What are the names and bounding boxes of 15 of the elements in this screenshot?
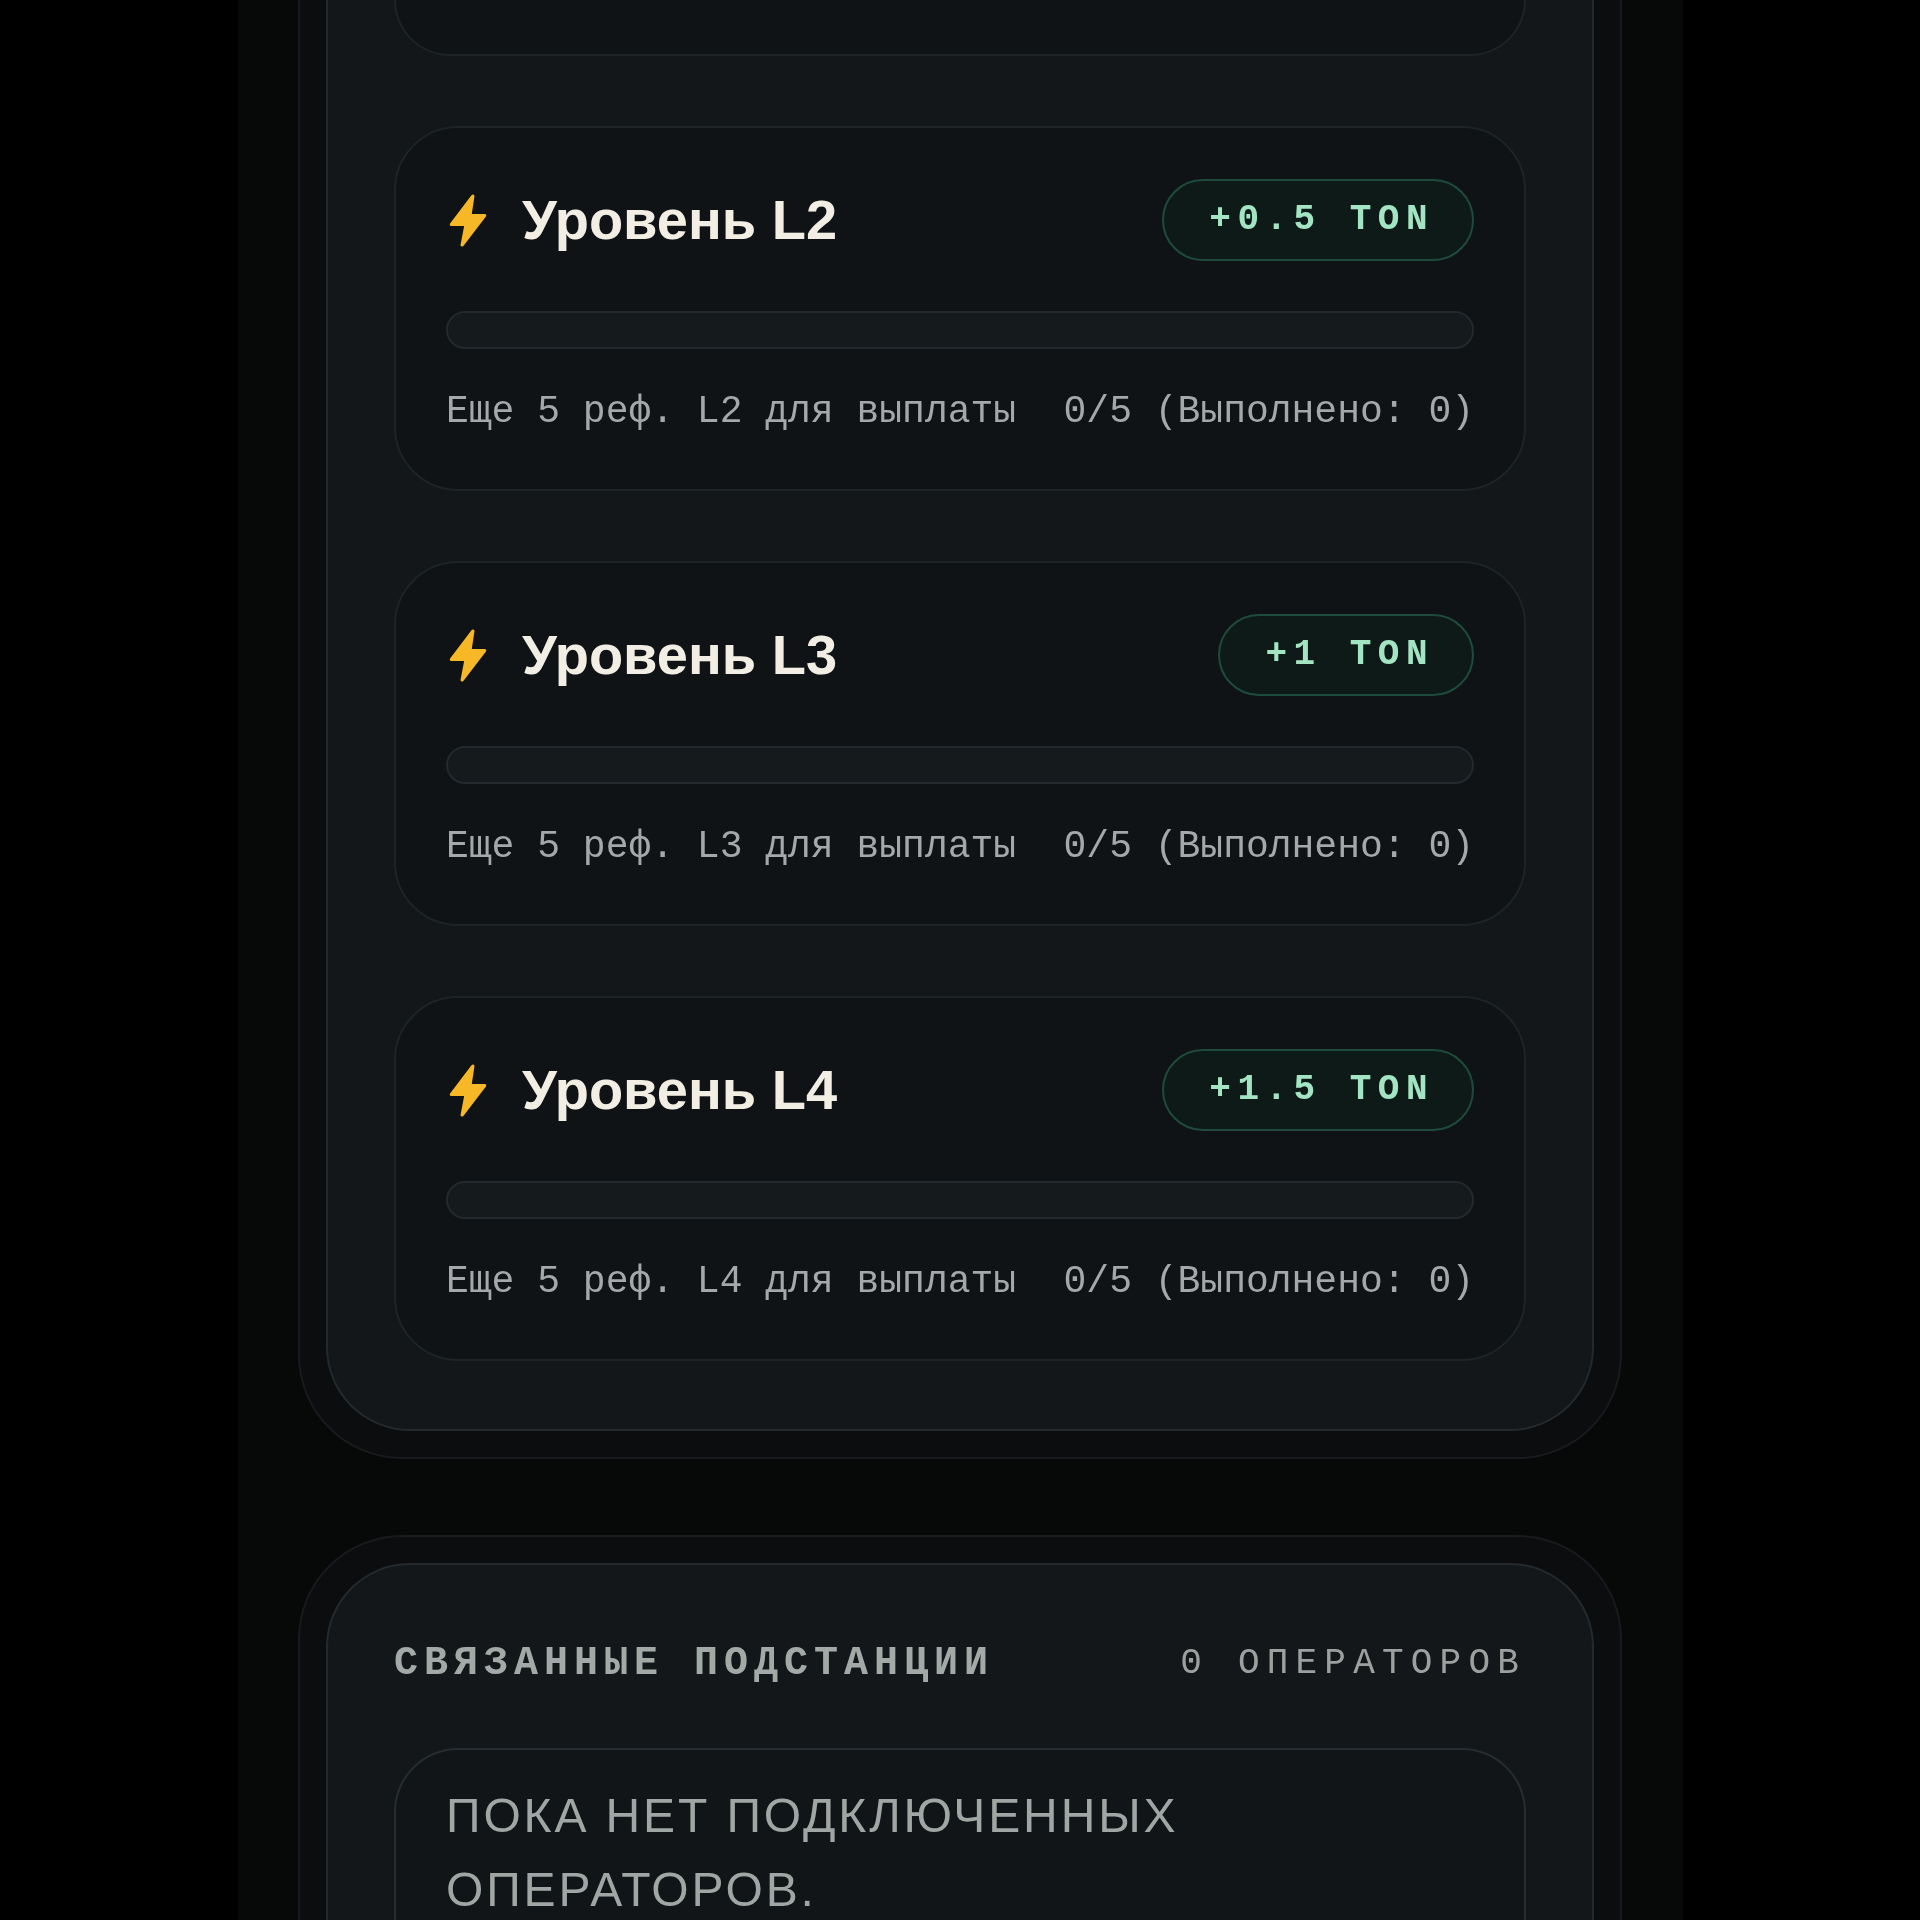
reward-badge: +0.5 TON xyxy=(1162,179,1474,261)
progress-text: 0/5 (Выполнено: 0) xyxy=(1063,389,1474,435)
reward-badge: +1.5 TON xyxy=(1162,1049,1474,1131)
remaining-text: Еще 5 реф. L4 для выплаты xyxy=(446,1259,1017,1305)
level-title: Уровень L2 xyxy=(522,187,838,254)
reward-badge: +1 TON xyxy=(1218,614,1474,696)
remaining-text: Еще 5 реф. L3 для выплаты xyxy=(446,824,1017,870)
progress-text: 0/5 (Выполнено: 0) xyxy=(1063,1259,1474,1305)
remaining-text: Еще 5 реф. L2 для выплаты xyxy=(446,389,1017,435)
level-title: Уровень L4 xyxy=(522,1057,838,1124)
level-title: Уровень L3 xyxy=(522,622,838,689)
progress-text: 0/5 (Выполнено: 0) xyxy=(1063,824,1474,870)
empty-state-message: ПОКА НЕТ ПОДКЛЮЧЕННЫХ ОПЕРАТОРОВ. xyxy=(446,1788,1180,1918)
operator-count: 0 ОПЕРАТОРОВ xyxy=(1180,1642,1526,1686)
section-title: СВЯЗАННЫЕ ПОДСТАНЦИИ xyxy=(394,1640,995,1688)
